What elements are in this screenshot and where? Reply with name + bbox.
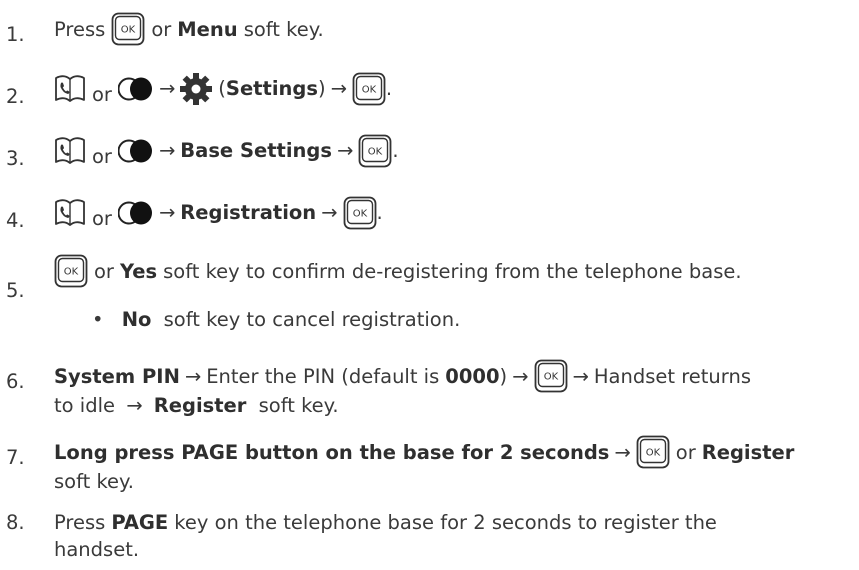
settings-gear-icon: [180, 72, 213, 105]
menu-label: Menu: [177, 17, 238, 41]
step-text: (: [218, 77, 226, 100]
step-text: .: [376, 201, 383, 224]
step-text: Press: [54, 511, 106, 534]
step-4: or → Registration → .: [54, 195, 383, 230]
arrow: →: [158, 139, 176, 162]
bullet-item: • No soft key to cancel registration.: [92, 308, 460, 331]
yes-label: Yes: [119, 259, 158, 283]
step-6: System PIN → Enter the PIN (default is 0…: [54, 359, 751, 393]
arrow: →: [158, 201, 176, 224]
arrow: →: [336, 139, 354, 162]
ok-key-icon: [343, 196, 376, 229]
step-number: 5.: [6, 279, 25, 302]
step-text: soft key to cancel registration.: [163, 308, 461, 331]
step-text: .: [392, 139, 399, 162]
arrow: →: [614, 440, 631, 464]
arrow: →: [321, 201, 338, 224]
nav-key-icon: [117, 200, 153, 225]
phonebook-icon: [55, 136, 85, 164]
step-text: ): [499, 364, 508, 388]
step-text: soft key.: [258, 394, 339, 417]
step-7-continued: soft key.: [54, 470, 135, 493]
step-text: Handset returns: [593, 364, 751, 388]
step-text: Press: [54, 17, 106, 41]
step-number: 8.: [6, 511, 25, 534]
ok-key-icon: [358, 134, 392, 167]
ok-key-icon: [111, 12, 145, 46]
registration-label: Registration: [180, 201, 317, 224]
step-number: 4.: [6, 209, 25, 232]
step-number: 3.: [6, 147, 25, 170]
step-text: or: [94, 259, 114, 283]
step-text: or: [92, 83, 112, 106]
step-text: .: [385, 77, 393, 100]
step-5: or Yes soft key to confirm de-registerin…: [54, 254, 742, 288]
default-pin: 0000: [445, 364, 500, 388]
ok-key-icon: [636, 435, 670, 469]
step-text: ): [317, 77, 326, 100]
arrow: →: [184, 364, 202, 388]
base-settings-label: Base Settings: [180, 139, 332, 162]
ok-key-icon: [534, 359, 567, 393]
step-7: Long press PAGE button on the base for 2…: [54, 435, 794, 469]
nav-key-icon: [117, 138, 153, 163]
phonebook-icon: [55, 198, 85, 226]
arrow: →: [572, 364, 589, 388]
arrow: →: [126, 394, 143, 417]
arrow: →: [330, 77, 347, 100]
nav-key-icon: [117, 76, 153, 101]
step-number: 1.: [6, 23, 25, 46]
step-number: 6.: [6, 370, 25, 393]
step-text: soft key to confirm de-registering from …: [163, 259, 742, 283]
step-text: or: [92, 145, 112, 168]
step-2: or → (Settings) → .: [54, 71, 392, 106]
step-text: key on the telephone base for 2 seconds …: [174, 511, 717, 534]
arrow: →: [512, 364, 529, 388]
ok-key-icon: [54, 254, 88, 288]
step-text: or: [92, 207, 112, 230]
register-label: Register: [153, 394, 247, 417]
long-press-instruction: Long press PAGE button on the base for 2…: [54, 440, 610, 464]
register-label: Register: [701, 440, 795, 464]
step-text: soft key.: [243, 17, 324, 41]
step-6-continued: to idle → Register soft key.: [54, 394, 339, 417]
step-text: to idle: [54, 394, 115, 417]
bullet-dot: •: [92, 308, 104, 331]
step-text: Enter the PIN (default is: [206, 364, 440, 388]
step-3: or → Base Settings → .: [54, 133, 399, 168]
step-text: or: [675, 440, 696, 464]
settings-label: Settings: [225, 77, 318, 100]
step-text: or: [151, 17, 172, 41]
page-key-label: PAGE: [111, 511, 169, 534]
step-8-continued: handset.: [54, 538, 140, 561]
system-pin-label: System PIN: [54, 364, 180, 388]
ok-key-icon: [352, 72, 386, 105]
phonebook-icon: [55, 74, 85, 102]
step-number: 2.: [6, 85, 25, 108]
step-8: Press PAGE key on the telephone base for…: [54, 511, 717, 534]
arrow: →: [158, 77, 176, 100]
step-number: 7.: [6, 446, 25, 469]
no-label: No: [121, 308, 152, 331]
step-1: Press or Menu soft key.: [54, 12, 324, 46]
